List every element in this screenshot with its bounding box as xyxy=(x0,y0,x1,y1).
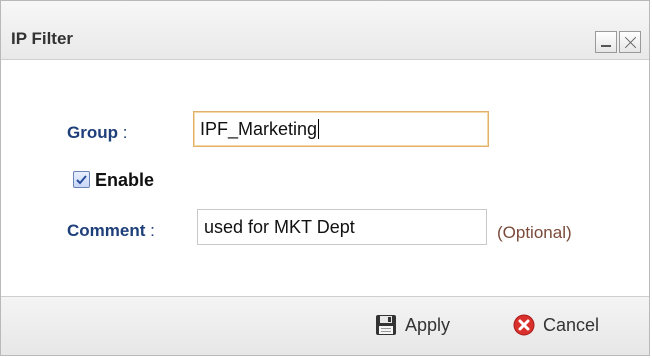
optional-note: (Optional) xyxy=(497,223,572,242)
minimize-button[interactable] xyxy=(595,31,617,53)
group-label: Group : xyxy=(67,123,127,143)
group-input-value: IPF_Marketing xyxy=(200,119,318,139)
cancel-button[interactable]: Cancel xyxy=(513,310,599,340)
comment-label-text: Comment xyxy=(67,221,146,240)
group-label-text: Group xyxy=(67,123,118,142)
save-icon xyxy=(375,314,397,336)
checkmark-icon xyxy=(76,175,87,185)
apply-button[interactable]: Apply xyxy=(375,310,450,340)
group-label-colon: : xyxy=(122,123,128,142)
comment-input-value: used for MKT Dept xyxy=(204,217,355,237)
close-button[interactable] xyxy=(619,31,641,53)
dialog-titlebar: IP Filter xyxy=(1,1,649,60)
text-caret xyxy=(318,119,320,139)
dialog-title: IP Filter xyxy=(11,29,74,48)
cancel-icon xyxy=(513,314,535,336)
comment-label-colon: : xyxy=(150,221,155,240)
comment-label: Comment : xyxy=(67,221,155,241)
ip-filter-dialog: IP Filter Group : IPF_Marketing Enable C… xyxy=(0,0,650,356)
enable-label: Enable xyxy=(95,170,155,190)
dialog-footer: Apply Cancel xyxy=(1,296,649,355)
apply-label: Apply xyxy=(405,314,451,335)
enable-checkbox[interactable] xyxy=(73,171,90,188)
comment-input[interactable]: used for MKT Dept xyxy=(197,209,487,245)
group-input[interactable]: IPF_Marketing xyxy=(193,111,489,147)
cancel-label: Cancel xyxy=(543,314,600,335)
